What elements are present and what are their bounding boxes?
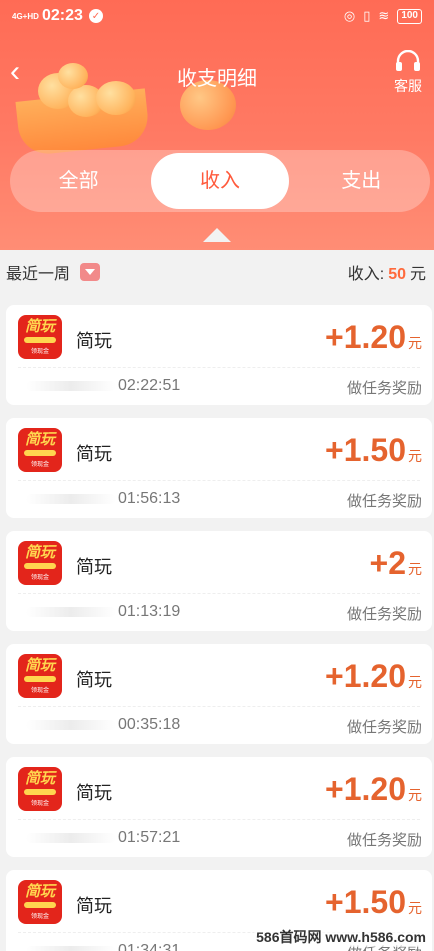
vibrate-icon: ▯ bbox=[363, 8, 371, 23]
record-time: 02:22:51 bbox=[118, 377, 181, 394]
app-icon: 简玩 领现金 bbox=[18, 428, 62, 472]
headset-icon bbox=[396, 50, 420, 71]
app-name: 简玩 bbox=[76, 331, 112, 351]
check-icon: ✓ bbox=[88, 9, 103, 23]
tab-all[interactable]: 全部 bbox=[10, 153, 147, 209]
location-icon: ◎ bbox=[343, 8, 356, 23]
record-desc: 做任务奖励 bbox=[346, 606, 422, 623]
header: 4G+HD 02:23 ✓ ◎ ▯ ≋ 100 ‹ 收支明细 客服 全部 收入 … bbox=[0, 0, 434, 250]
status-time: 02:23 bbox=[42, 7, 83, 24]
record-desc: 做任务奖励 bbox=[346, 719, 422, 736]
record-item[interactable]: 简玩 领现金 简玩 +1.20 元 00:35:18 做任务奖励 bbox=[6, 644, 432, 744]
tab-income[interactable]: 收入 bbox=[151, 153, 289, 209]
income-label: 收入: bbox=[347, 266, 385, 283]
record-desc: 做任务奖励 bbox=[346, 380, 422, 397]
record-amount: +1.20 元 bbox=[325, 771, 422, 807]
app-icon: 简玩 领现金 bbox=[18, 541, 62, 585]
app-name: 简玩 bbox=[76, 444, 112, 464]
record-amount: +1.20 元 bbox=[325, 658, 422, 694]
blurred-date bbox=[26, 607, 116, 617]
battery-icon: 100 bbox=[397, 8, 422, 24]
record-amount: +1.20 元 bbox=[325, 319, 422, 355]
signal-icon: 4G+HD bbox=[12, 11, 39, 21]
income-amount: 50 bbox=[388, 266, 406, 283]
income-unit: 元 bbox=[409, 266, 426, 283]
blurred-date bbox=[26, 381, 116, 391]
tab-expense[interactable]: 支出 bbox=[293, 153, 430, 209]
status-bar: 4G+HD 02:23 ✓ ◎ ▯ ≋ 100 bbox=[0, 0, 434, 32]
app-name: 简玩 bbox=[76, 557, 112, 577]
record-item[interactable]: 简玩 领现金 简玩 +1.50 元 01:56:13 做任务奖励 bbox=[6, 418, 432, 518]
tab-bar: 全部 收入 支出 bbox=[10, 150, 430, 212]
record-desc: 做任务奖励 bbox=[346, 832, 422, 849]
record-item[interactable]: 简玩 领现金 简玩 +2 元 01:13:19 做任务奖励 bbox=[6, 531, 432, 631]
income-total: 收入: 50 元 bbox=[348, 260, 426, 284]
record-time: 01:34:31 bbox=[118, 942, 181, 951]
app-name: 简玩 bbox=[76, 896, 112, 916]
page-title: 收支明细 bbox=[177, 68, 257, 90]
record-item[interactable]: 简玩 领现金 简玩 +1.20 元 01:57:21 做任务奖励 bbox=[6, 757, 432, 857]
app-name: 简玩 bbox=[76, 670, 112, 690]
record-amount: +2 元 bbox=[369, 545, 422, 581]
app-icon: 简玩 领现金 bbox=[18, 767, 62, 811]
record-amount: +1.50 元 bbox=[325, 432, 422, 468]
service-label: 客服 bbox=[394, 78, 422, 94]
app-icon: 简玩 领现金 bbox=[18, 315, 62, 359]
record-amount: +1.50 元 bbox=[325, 884, 422, 920]
blurred-date bbox=[26, 833, 116, 843]
app-icon: 简玩 领现金 bbox=[18, 880, 62, 924]
tab-indicator bbox=[203, 228, 231, 242]
record-desc: 做任务奖励 bbox=[346, 493, 422, 510]
filter-bar: 最近一周 收入: 50 元 bbox=[0, 250, 434, 294]
blurred-date bbox=[26, 946, 116, 951]
blurred-date bbox=[26, 720, 116, 730]
record-time: 01:56:13 bbox=[118, 490, 181, 507]
period-dropdown-icon[interactable] bbox=[80, 263, 101, 281]
watermark: 586首码网 www.h586.com bbox=[254, 927, 428, 947]
period-label[interactable]: 最近一周 bbox=[6, 260, 70, 284]
customer-service-button[interactable]: 客服 bbox=[390, 50, 426, 96]
wifi-icon: ≋ bbox=[378, 8, 390, 23]
app-icon: 简玩 领现金 bbox=[18, 654, 62, 698]
record-time: 01:57:21 bbox=[118, 829, 181, 846]
record-time: 00:35:18 bbox=[118, 716, 181, 733]
app-name: 简玩 bbox=[76, 783, 112, 803]
blurred-date bbox=[26, 494, 116, 504]
record-time: 01:13:19 bbox=[118, 603, 181, 620]
record-item[interactable]: 简玩 领现金 简玩 +1.20 元 02:22:51 做任务奖励 bbox=[6, 305, 432, 405]
